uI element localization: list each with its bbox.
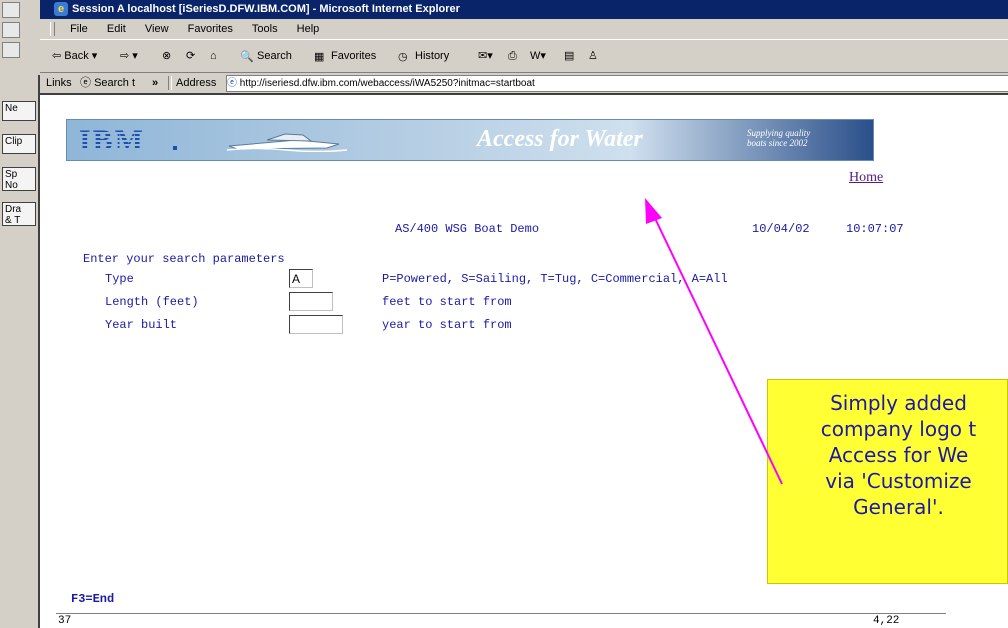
desktop-icon[interactable] bbox=[2, 22, 20, 38]
discuss-icon[interactable]: ▤ bbox=[564, 48, 574, 64]
address-bar: Links ⓔ Search t » Address ⓔ http://iser… bbox=[40, 73, 1008, 95]
side-button-clip[interactable]: Clip bbox=[2, 134, 36, 154]
banner: IBM Access for Water Supplying quality b… bbox=[66, 119, 874, 161]
links-chevron[interactable]: » bbox=[152, 73, 158, 93]
callout-line: company logo t bbox=[820, 417, 977, 441]
ibm-logo: IBM bbox=[79, 124, 145, 157]
desktop-icon[interactable] bbox=[2, 42, 20, 58]
desktop-icon[interactable] bbox=[2, 2, 20, 18]
menu-help[interactable]: Help bbox=[289, 19, 328, 39]
history-label: History bbox=[415, 50, 450, 62]
back-label: Back bbox=[64, 50, 89, 62]
history-icon: ◷ bbox=[398, 51, 408, 64]
divider bbox=[38, 75, 40, 628]
length-input[interactable] bbox=[289, 292, 333, 311]
status-divider bbox=[56, 613, 946, 614]
field-hint-length: feet to start from bbox=[382, 295, 512, 309]
field-hint-type: P=Powered, S=Sailing, T=Tug, C=Commercia… bbox=[382, 272, 728, 286]
back-button[interactable]: ⇦ Back ▾ bbox=[52, 48, 97, 64]
link-search[interactable]: ⓔ Search t bbox=[80, 73, 135, 93]
favorites-button[interactable]: ▦ Favorites bbox=[314, 48, 376, 64]
window-titlebar[interactable]: e Session A localhost [iSeriesD.DFW.IBM.C… bbox=[40, 0, 1008, 19]
menu-favorites[interactable]: Favorites bbox=[180, 19, 241, 39]
screen-date: 10/04/02 bbox=[752, 222, 810, 236]
tagline-line: Supplying quality bbox=[747, 128, 811, 138]
field-hint-year: year to start from bbox=[382, 318, 512, 332]
search-heading: Enter your search parameters bbox=[83, 252, 285, 266]
menu-view[interactable]: View bbox=[137, 19, 177, 39]
callout-line: via 'Customize bbox=[825, 469, 972, 493]
mail-icon[interactable]: ✉▾ bbox=[478, 48, 493, 64]
search-button[interactable]: 🔍 Search bbox=[240, 48, 292, 64]
type-input[interactable] bbox=[289, 269, 313, 288]
divider bbox=[168, 76, 172, 90]
tagline-line: boats since 2002 bbox=[747, 138, 808, 148]
menu-file[interactable]: File bbox=[62, 19, 96, 39]
forward-button[interactable]: ⇨ ▾ bbox=[120, 48, 138, 64]
ie-link-icon: ⓔ bbox=[80, 77, 91, 89]
grip-handle[interactable] bbox=[50, 22, 55, 36]
home-link[interactable]: Home bbox=[849, 170, 883, 186]
field-label-length: Length (feet) bbox=[105, 295, 199, 309]
address-input[interactable]: ⓔ http://iseriesd.dfw.ibm.com/webaccess/… bbox=[226, 75, 1008, 92]
callout-note: Simply added company logo t Access for W… bbox=[767, 379, 1008, 584]
stop-icon[interactable]: ⊗ bbox=[162, 48, 171, 64]
forward-arrow-icon: ⇨ bbox=[120, 50, 130, 62]
edit-word-icon[interactable]: W▾ bbox=[530, 48, 546, 64]
side-button-draw[interactable]: Dra & T bbox=[2, 202, 36, 226]
window-title: Session A localhost [iSeriesD.DFW.IBM.CO… bbox=[72, 3, 460, 15]
favorites-icon: ▦ bbox=[314, 51, 325, 64]
desktop-strip bbox=[0, 0, 40, 628]
banner-title: Access for Water bbox=[477, 126, 643, 152]
banner-tagline: Supplying quality boats since 2002 bbox=[747, 128, 857, 148]
callout-line: Simply added bbox=[830, 391, 967, 415]
field-label-type: Type bbox=[105, 272, 134, 286]
boat-image bbox=[227, 133, 347, 152]
menu-edit[interactable]: Edit bbox=[99, 19, 134, 39]
callout-line: General'. bbox=[853, 495, 944, 519]
address-url: http://iseriesd.dfw.ibm.com/webaccess/iW… bbox=[239, 78, 535, 89]
callout-line: Access for We bbox=[828, 443, 969, 467]
field-label-year: Year built bbox=[105, 318, 178, 332]
favorites-label: Favorites bbox=[331, 50, 377, 62]
back-arrow-icon: ⇦ bbox=[52, 50, 65, 62]
print-icon[interactable]: ⎙ bbox=[508, 48, 517, 64]
search-icon: 🔍 bbox=[240, 51, 254, 64]
f3-end-key[interactable]: F3=End bbox=[71, 592, 114, 606]
messenger-icon[interactable]: ♙ bbox=[588, 48, 598, 64]
screen-time: 10:07:07 bbox=[846, 222, 904, 236]
refresh-icon[interactable]: ⟳ bbox=[186, 48, 195, 64]
status-row-indicator: 37 bbox=[58, 615, 72, 627]
side-button-new[interactable]: Ne bbox=[2, 101, 36, 121]
ibm-logo-dot bbox=[173, 146, 177, 150]
ie-icon: e bbox=[54, 2, 68, 16]
year-input[interactable] bbox=[289, 315, 343, 334]
side-button-speaker-notes[interactable]: Sp No bbox=[2, 167, 36, 191]
link-search-label: Search t bbox=[94, 77, 136, 89]
standard-toolbar: ⇦ Back ▾ ⇨ ▾ ⊗ ⟳ ⌂ 🔍 Search ▦ Favorites ◷ H… bbox=[40, 40, 1008, 73]
address-label: Address bbox=[176, 77, 217, 89]
screen-title: AS/400 WSG Boat Demo bbox=[395, 222, 540, 236]
home-icon[interactable]: ⌂ bbox=[210, 48, 217, 64]
links-label[interactable]: Links bbox=[46, 73, 72, 93]
search-label: Search bbox=[257, 50, 292, 62]
page-icon: ⓔ bbox=[227, 78, 237, 89]
status-cursor-position: 4,22 bbox=[873, 615, 900, 627]
menu-tools[interactable]: Tools bbox=[244, 19, 286, 39]
history-button[interactable]: ◷ History bbox=[398, 48, 449, 64]
menu-bar: File Edit View Favorites Tools Help bbox=[40, 19, 1008, 40]
